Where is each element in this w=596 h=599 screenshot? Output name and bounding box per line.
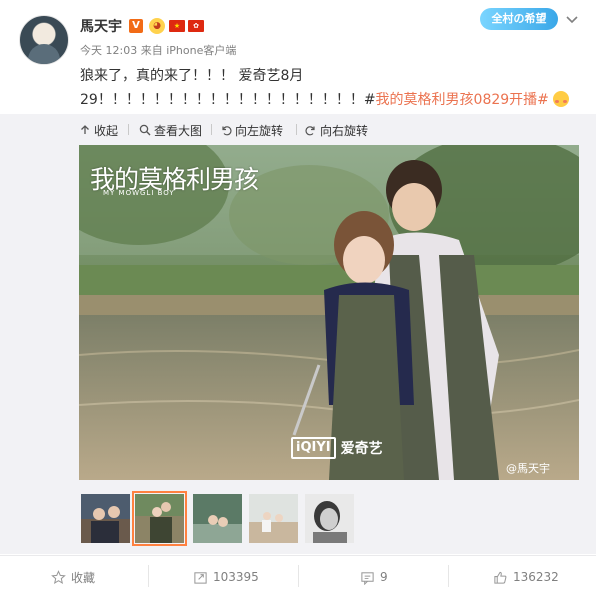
rotate-left-icon <box>222 126 232 136</box>
like-button[interactable]: 136232 <box>493 568 559 586</box>
thumbnail-3[interactable] <box>193 494 242 543</box>
rotate-left-button[interactable]: 向左旋转 <box>220 122 283 138</box>
photo-subtitle: MY MOWGLI BOY <box>103 189 175 197</box>
header-badge[interactable]: 全村の希望 <box>480 8 558 30</box>
repost-button[interactable]: 103395 <box>193 568 259 586</box>
thumbnail-5[interactable] <box>305 494 354 543</box>
post-time[interactable]: 今天 12:03 <box>80 44 137 57</box>
avatar[interactable] <box>19 15 69 65</box>
iqiyi-logo-box: iQIYI <box>291 437 336 459</box>
repost-count: 103395 <box>213 570 259 584</box>
comment-button[interactable]: 9 <box>360 568 388 586</box>
blush-emoji-icon <box>552 91 569 107</box>
toolbar-divider <box>128 124 129 135</box>
post-source[interactable]: iPhone客户端 <box>166 44 236 57</box>
thumbs-up-icon <box>494 571 507 584</box>
action-divider <box>298 565 299 587</box>
favorite-label: 收藏 <box>71 570 96 585</box>
view-large-label: 查看大图 <box>154 123 203 138</box>
comment-count: 9 <box>380 570 388 584</box>
rotate-right-button[interactable]: 向右旋转 <box>305 122 368 138</box>
collapse-button[interactable]: 收起 <box>79 122 118 138</box>
hong-kong-flag-icon: ✿ <box>188 20 204 32</box>
toolbar-divider <box>211 124 212 135</box>
post-meta: 今天 12:03 来自 iPhone客户端 <box>80 42 236 58</box>
chevron-down-icon[interactable] <box>565 11 579 25</box>
view-large-button[interactable]: 查看大图 <box>139 122 202 138</box>
china-flag-icon: ★ <box>169 20 185 32</box>
photo-watermark: @馬天宇 <box>506 462 550 475</box>
post-text-body: 狼来了，真的来了！！！ 爱奇艺8月29！！！！！！！！！！！！！！！！！！！# <box>80 68 376 108</box>
source-prefix: 来自 <box>140 44 163 57</box>
like-count: 136232 <box>513 570 559 584</box>
verified-badge-icon[interactable]: V <box>129 19 143 33</box>
star-icon <box>51 569 66 584</box>
magnifier-icon <box>139 124 151 136</box>
iqiyi-logo: iQIYI 爱奇艺 <box>291 437 383 459</box>
collapse-label: 收起 <box>94 123 119 138</box>
rotate-right-label: 向右旋转 <box>320 123 369 138</box>
toolbar-divider <box>296 124 297 135</box>
action-divider <box>148 565 149 587</box>
rotate-right-icon <box>305 126 315 136</box>
thumbnail-4[interactable] <box>249 494 298 543</box>
collapse-icon <box>81 125 89 134</box>
post-text: 狼来了，真的来了！！！ 爱奇艺8月29！！！！！！！！！！！！！！！！！！！#我… <box>80 64 578 112</box>
thumbnail-1[interactable] <box>81 494 130 543</box>
action-divider <box>448 565 449 587</box>
topic-link[interactable]: 我的莫格利男孩0829开播# <box>376 92 549 108</box>
thumbnail-2-selected[interactable] <box>132 491 187 546</box>
rotate-left-label: 向左旋转 <box>235 123 284 138</box>
repost-icon <box>194 571 207 584</box>
favorite-button[interactable]: 收藏 <box>51 568 95 586</box>
iqiyi-logo-text: 爱奇艺 <box>340 441 383 457</box>
emoji-face-icon: ◕ <box>149 18 165 34</box>
comment-icon <box>361 571 374 585</box>
username[interactable]: 馬天宇 <box>80 16 122 36</box>
